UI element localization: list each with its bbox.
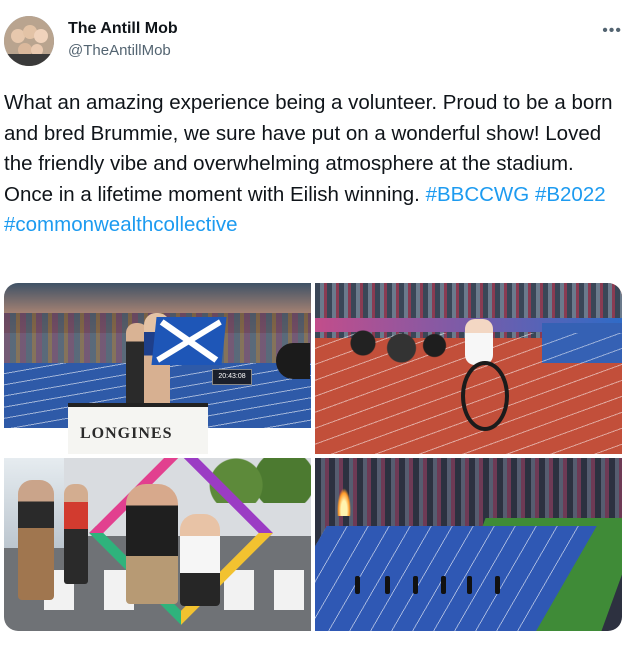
hashtag-bbccwg[interactable]: #BBCCWG xyxy=(426,183,530,206)
wheelchair-wheel xyxy=(461,361,509,431)
tweet-text: What an amazing experience being a volun… xyxy=(4,88,624,241)
photo-athlete-with-flag[interactable]: 20:43:08 LONGINES xyxy=(4,283,311,454)
pyrotechnic-flame xyxy=(337,488,351,516)
photo-volunteer-selfie-frame[interactable] xyxy=(4,458,311,631)
longines-text: LONGINES xyxy=(80,425,173,442)
hashtag-b2022[interactable]: #B2022 xyxy=(535,183,606,206)
author-handle[interactable]: @TheAntillMob xyxy=(68,42,171,59)
camera-lens xyxy=(276,343,310,379)
avatar[interactable] xyxy=(4,16,54,66)
stadium-clock: 20:43:08 xyxy=(212,369,252,385)
volunteer-man xyxy=(126,484,178,604)
photo-stadium-race[interactable] xyxy=(315,458,622,631)
volunteer-girl xyxy=(180,514,220,606)
wheelchair-athlete xyxy=(465,319,493,365)
scotland-flag xyxy=(151,317,227,365)
photo-wheelchair-racer[interactable] xyxy=(315,283,622,454)
tweet-header: The Antill Mob @TheAntillMob ••• xyxy=(0,0,640,80)
more-horizontal-icon[interactable]: ••• xyxy=(602,22,622,40)
author-name[interactable]: The Antill Mob xyxy=(68,20,178,38)
longines-board: LONGINES xyxy=(68,403,208,454)
hashtag-commonwealthcollective[interactable]: #commonwealthcollective xyxy=(4,213,238,236)
photographers xyxy=(341,323,451,373)
media-grid: 20:43:08 LONGINES xyxy=(4,283,622,631)
